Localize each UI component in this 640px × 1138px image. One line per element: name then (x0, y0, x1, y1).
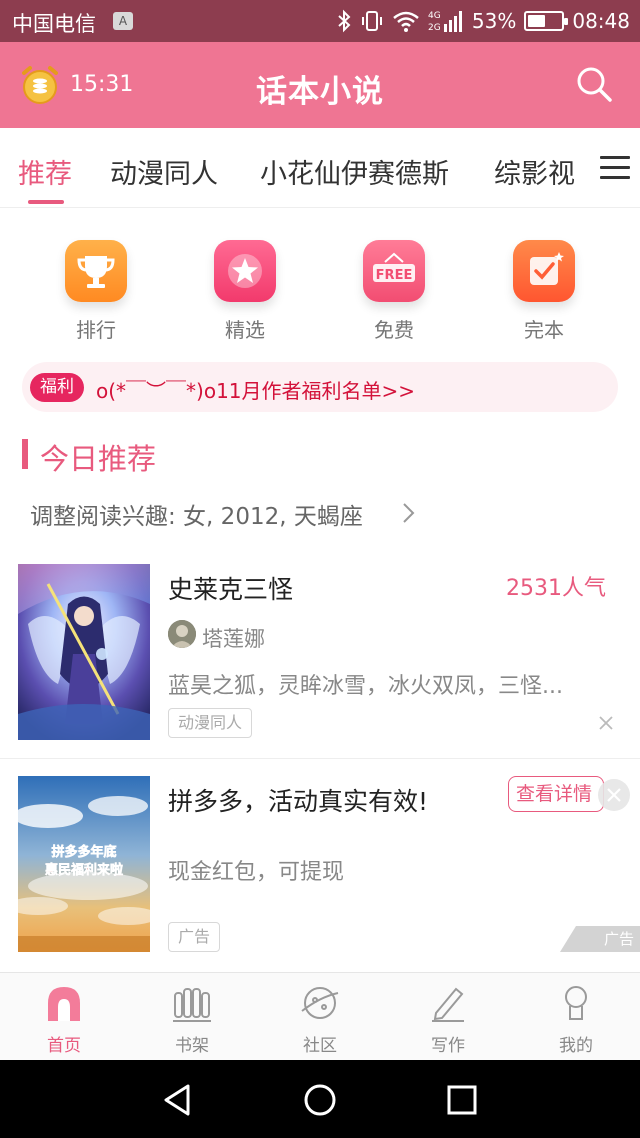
home-button-icon[interactable] (300, 1080, 340, 1120)
category-free[interactable]: FREE 免费 (334, 240, 454, 343)
free-tag-text: FREE (375, 268, 413, 283)
ad-cover-image[interactable]: 拼多多年底 惠民福利来啦 (18, 776, 150, 952)
ad-title[interactable]: 拼多多，活动真实有效! (168, 782, 428, 818)
ad-description: 现金红包，可提现 (168, 860, 345, 885)
book-popularity: 2531人气 (506, 576, 606, 601)
ad-close-button[interactable] (598, 779, 630, 811)
nav-write[interactable]: 写作 (384, 981, 512, 1056)
nav-community[interactable]: 社区 (256, 981, 384, 1056)
ad-watermark-label: 广告 (603, 930, 634, 948)
active-tab-indicator (28, 200, 64, 204)
book-tag[interactable]: 动漫同人 (168, 708, 253, 738)
author-avatar[interactable] (168, 620, 196, 648)
chevron-right-icon[interactable] (400, 500, 418, 526)
app-screen: 中国电信 A 4G 2G 53% 08:48 15:31 话本小说 推荐 动漫同… (0, 0, 640, 1138)
book-description: 蓝昊之狐，灵眸冰雪，冰火双凤，三怪... (168, 674, 563, 699)
bottom-navigation: 首页 书架 社区 写作 我的 (0, 972, 640, 1060)
star-icon (214, 240, 276, 302)
check-icon (513, 240, 575, 302)
status-icons: 4G 2G 53% 08:48 (336, 6, 630, 36)
community-icon (301, 987, 339, 1019)
tab-flower-fairy[interactable]: 小花仙伊赛德斯 (260, 152, 449, 191)
category-label: 完本 (524, 318, 564, 342)
nav-label: 书架 (175, 1036, 209, 1056)
category-label: 免费 (374, 318, 414, 342)
bluetooth-icon (338, 9, 351, 33)
category-tab-bar: 推荐 动漫同人 小花仙伊赛德斯 综影视 (0, 128, 640, 208)
section-marker (22, 439, 28, 469)
close-icon[interactable] (598, 715, 614, 731)
tab-film-tv[interactable]: 综影视 (494, 152, 575, 191)
menu-icon[interactable] (600, 156, 630, 180)
profile-icon (565, 986, 587, 1020)
category-featured[interactable]: 精选 (185, 240, 305, 343)
system-navigation-bar (0, 1060, 640, 1138)
battery-percent: 53% (471, 9, 517, 33)
nav-home[interactable]: 首页 (0, 981, 128, 1056)
category-label: 排行 (76, 318, 116, 342)
app-title: 话本小说 (256, 74, 384, 110)
search-icon[interactable] (574, 64, 614, 104)
svg-text:2G: 2G (428, 23, 441, 33)
nav-profile[interactable]: 我的 (512, 981, 640, 1056)
view-details-button[interactable]: 查看详情 (508, 776, 604, 812)
ad-cover-line-2: 惠民福利来啦 (45, 862, 123, 878)
nav-label: 首页 (47, 1036, 81, 1056)
nav-label: 社区 (303, 1036, 337, 1056)
trophy-icon (65, 240, 127, 302)
ad-tag: 广告 (168, 922, 221, 952)
card-divider (0, 758, 640, 759)
book-title[interactable]: 史莱克三怪 (168, 570, 293, 606)
tab-recommend[interactable]: 推荐 (18, 152, 72, 191)
sim-badge: A (113, 12, 133, 30)
welfare-badge: 福利 (30, 373, 84, 402)
welfare-banner[interactable]: 福利 o(*￣︶￣*)o11月作者福利名单>> (22, 362, 618, 412)
cellular-signal-icon: 4G 2G (428, 11, 462, 33)
tab-anime-fanfic[interactable]: 动漫同人 (110, 152, 218, 191)
carrier-name: 中国电信 (12, 12, 96, 36)
app-header: 15:31 话本小说 (0, 42, 640, 128)
section-title: 今日推荐 (40, 442, 157, 476)
back-icon[interactable] (158, 1080, 198, 1120)
battery-icon (524, 11, 569, 31)
vibrate-icon (361, 11, 382, 31)
author-name[interactable]: 塔莲娜 (202, 623, 265, 653)
status-time: 08:48 (572, 9, 630, 33)
write-icon (432, 987, 464, 1022)
battery-fill (528, 15, 546, 27)
home-icon (48, 987, 80, 1021)
reading-interest-link[interactable]: 调整阅读兴趣: 女, 2012, 天蝎座 (30, 497, 363, 531)
category-label: 精选 (225, 318, 265, 342)
recent-apps-icon[interactable] (442, 1080, 482, 1120)
ad-cover-line-1: 拼多多年底 (51, 844, 116, 860)
free-tag-icon: FREE (363, 240, 425, 302)
nav-label: 写作 (431, 1036, 465, 1056)
bookshelf-icon (173, 988, 211, 1022)
category-ranking[interactable]: 排行 (36, 240, 156, 343)
svg-text:4G: 4G (428, 11, 441, 21)
status-bar: 中国电信 A 4G 2G 53% 08:48 (0, 0, 640, 42)
welfare-link-text: o(*￣︶￣*)o11月作者福利名单>> (96, 379, 416, 403)
nav-label: 我的 (559, 1036, 593, 1056)
category-completed[interactable]: 完本 (484, 240, 604, 343)
book-cover-image[interactable] (18, 564, 150, 740)
close-icon (607, 788, 621, 802)
book-card[interactable]: 史莱克三怪 2531人气 塔莲娜 蓝昊之狐，灵眸冰雪，冰火双凤，三怪... 动漫… (0, 550, 640, 758)
wifi-icon (393, 11, 419, 32)
nav-bookshelf[interactable]: 书架 (128, 981, 256, 1056)
